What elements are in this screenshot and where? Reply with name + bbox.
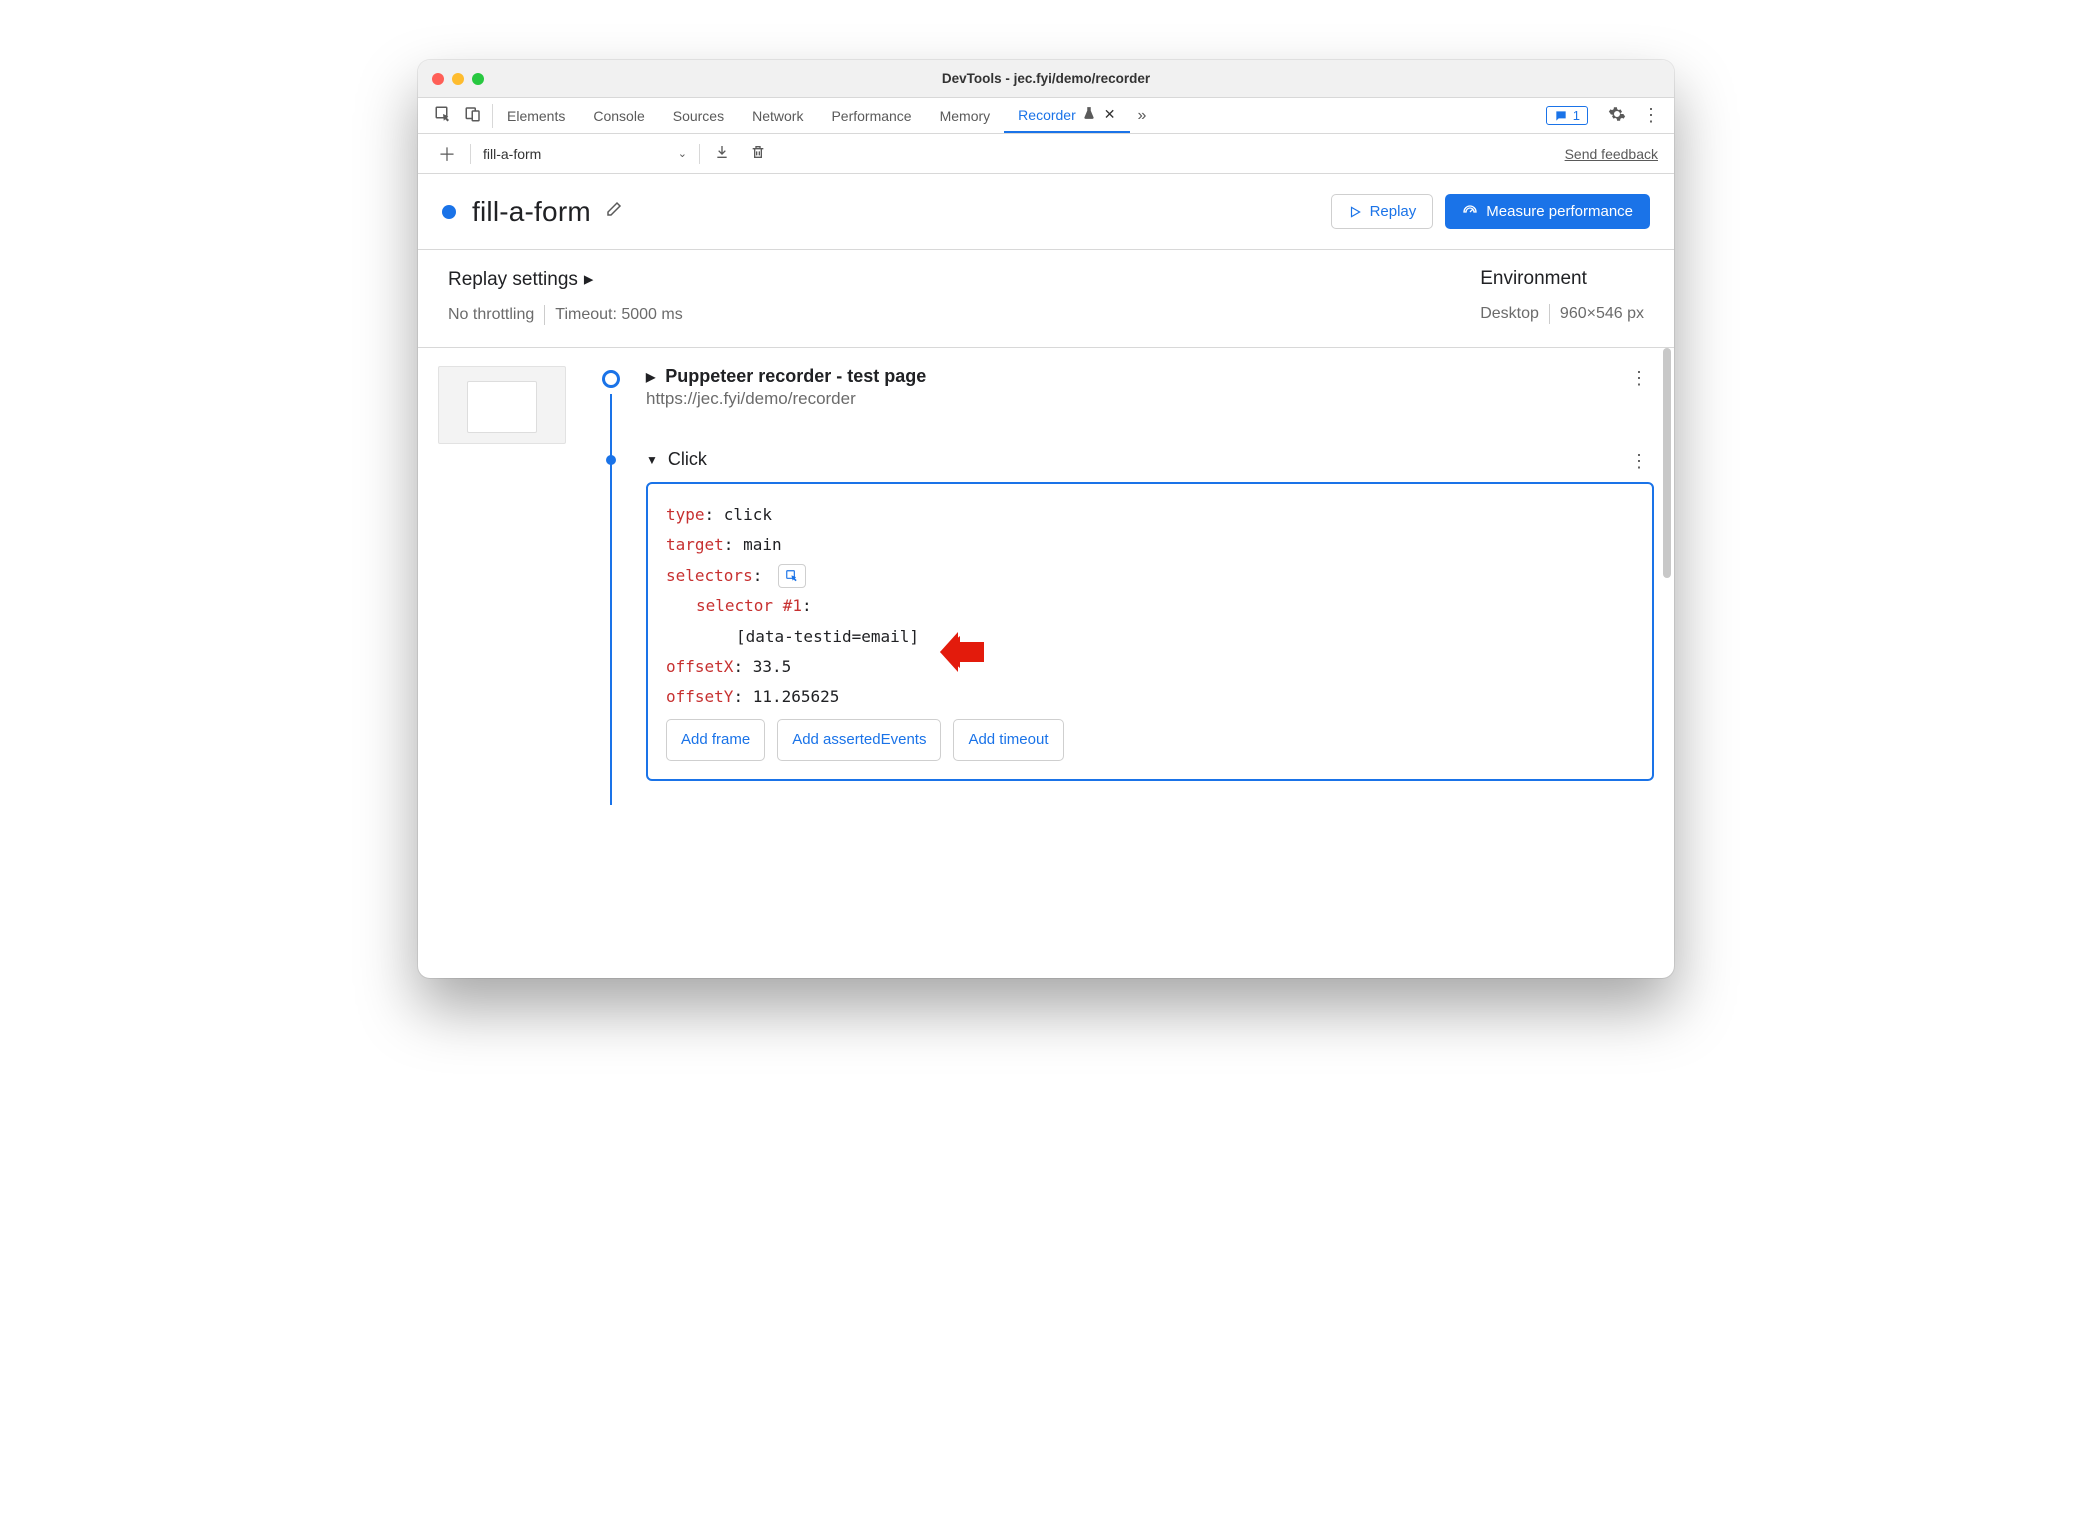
measure-performance-button[interactable]: Measure performance [1445, 194, 1650, 229]
timeline-area: ▶ Puppeteer recorder - test page https:/… [418, 348, 1674, 978]
step-menu-button[interactable]: ⋮ [1630, 451, 1648, 472]
device-value: Desktop [1480, 305, 1539, 323]
tab-elements[interactable]: Elements [493, 98, 579, 133]
close-tab-icon[interactable]: ✕ [1104, 106, 1116, 123]
environment-heading: Environment [1480, 268, 1644, 290]
prop-key-selectors: selectors [666, 566, 753, 585]
devtools-tabs: Elements Console Sources Network Perform… [418, 98, 1674, 134]
step-marker-icon [602, 370, 620, 388]
prop-val-target[interactable]: main [743, 535, 782, 554]
annotation-arrow-icon [938, 632, 986, 682]
more-tabs-icon[interactable]: » [1130, 107, 1155, 125]
step-navigate[interactable]: ▶ Puppeteer recorder - test page https:/… [584, 366, 1654, 409]
issues-badge[interactable]: 1 [1546, 106, 1588, 125]
prop-val-type[interactable]: click [724, 505, 772, 524]
recording-header: fill-a-form Replay Measure performance [418, 174, 1674, 250]
page-thumbnail [438, 366, 566, 444]
tab-recorder-label: Recorder [1018, 107, 1076, 123]
recorder-toolbar: ＋ fill-a-form ⌄ Send feedback [418, 134, 1674, 174]
step-details-box: type: click target: main selectors: sele… [646, 482, 1654, 781]
prop-key-offsetx: offsetX [666, 657, 733, 676]
settings-row: Replay settings ▸ No throttling Timeout:… [418, 250, 1674, 348]
recording-name: fill-a-form [483, 146, 541, 162]
titlebar: DevTools - jec.fyi/demo/recorder [418, 60, 1674, 98]
new-recording-button[interactable]: ＋ [428, 141, 466, 167]
device-toggle-icon[interactable] [464, 105, 482, 126]
settings-icon[interactable] [1600, 105, 1634, 126]
tab-memory[interactable]: Memory [926, 98, 1005, 133]
chevron-down-icon: ⌄ [678, 147, 687, 160]
inspect-icon[interactable] [434, 105, 452, 126]
edit-name-button[interactable] [605, 200, 623, 223]
tab-console[interactable]: Console [579, 98, 658, 133]
status-dot-icon [442, 205, 456, 219]
selector-picker-button[interactable] [778, 564, 806, 588]
prop-key-type: type [666, 505, 705, 524]
add-frame-button[interactable]: Add frame [666, 719, 765, 762]
add-asserted-events-button[interactable]: Add assertedEvents [777, 719, 941, 762]
add-timeout-button[interactable]: Add timeout [953, 719, 1063, 762]
step-menu-button[interactable]: ⋮ [1630, 368, 1648, 389]
caret-right-icon: ▸ [584, 268, 594, 291]
caret-down-icon: ▼ [646, 453, 658, 467]
step-click-label: Click [668, 449, 707, 470]
export-button[interactable] [704, 144, 740, 163]
kebab-menu-icon[interactable]: ⋮ [1634, 105, 1668, 126]
recording-dropdown[interactable]: fill-a-form ⌄ [475, 146, 695, 162]
measure-label: Measure performance [1486, 203, 1633, 220]
step-marker-icon [606, 455, 616, 465]
prop-key-offsety: offsetY [666, 687, 733, 706]
prop-key-selector1: selector #1 [696, 596, 802, 615]
replay-settings-label: Replay settings [448, 269, 578, 291]
step-click-header[interactable]: ▼ Click [646, 449, 1654, 470]
replay-label: Replay [1370, 203, 1417, 220]
replay-settings-toggle[interactable]: Replay settings ▸ [448, 268, 1480, 291]
window-title: DevTools - jec.fyi/demo/recorder [418, 71, 1674, 86]
send-feedback-link[interactable]: Send feedback [1565, 146, 1658, 162]
viewport-value: 960×546 px [1560, 305, 1644, 323]
throttling-value: No throttling [448, 306, 534, 324]
step-navigate-title: Puppeteer recorder - test page [665, 366, 926, 387]
prop-val-offsetx[interactable]: 33.5 [753, 657, 792, 676]
tab-sources[interactable]: Sources [659, 98, 738, 133]
prop-val-offsety[interactable]: 11.265625 [753, 687, 840, 706]
replay-button[interactable]: Replay [1331, 194, 1434, 229]
tab-network[interactable]: Network [738, 98, 817, 133]
recording-title: fill-a-form [472, 196, 591, 228]
scrollbar[interactable] [1663, 348, 1671, 578]
delete-button[interactable] [740, 144, 776, 163]
step-navigate-url: https://jec.fyi/demo/recorder [646, 389, 1654, 409]
experiment-icon [1082, 106, 1096, 123]
caret-right-icon: ▶ [646, 370, 655, 384]
timeout-value: Timeout: 5000 ms [555, 306, 682, 324]
step-click: ▼ Click ⋮ type: click target: main selec… [584, 449, 1654, 781]
prop-key-target: target [666, 535, 724, 554]
issues-count: 1 [1573, 108, 1580, 123]
tab-recorder[interactable]: Recorder ✕ [1004, 98, 1129, 133]
devtools-window: DevTools - jec.fyi/demo/recorder Element… [418, 60, 1674, 978]
tab-performance[interactable]: Performance [817, 98, 925, 133]
prop-val-selector1[interactable]: [data-testid=email] [736, 627, 919, 646]
